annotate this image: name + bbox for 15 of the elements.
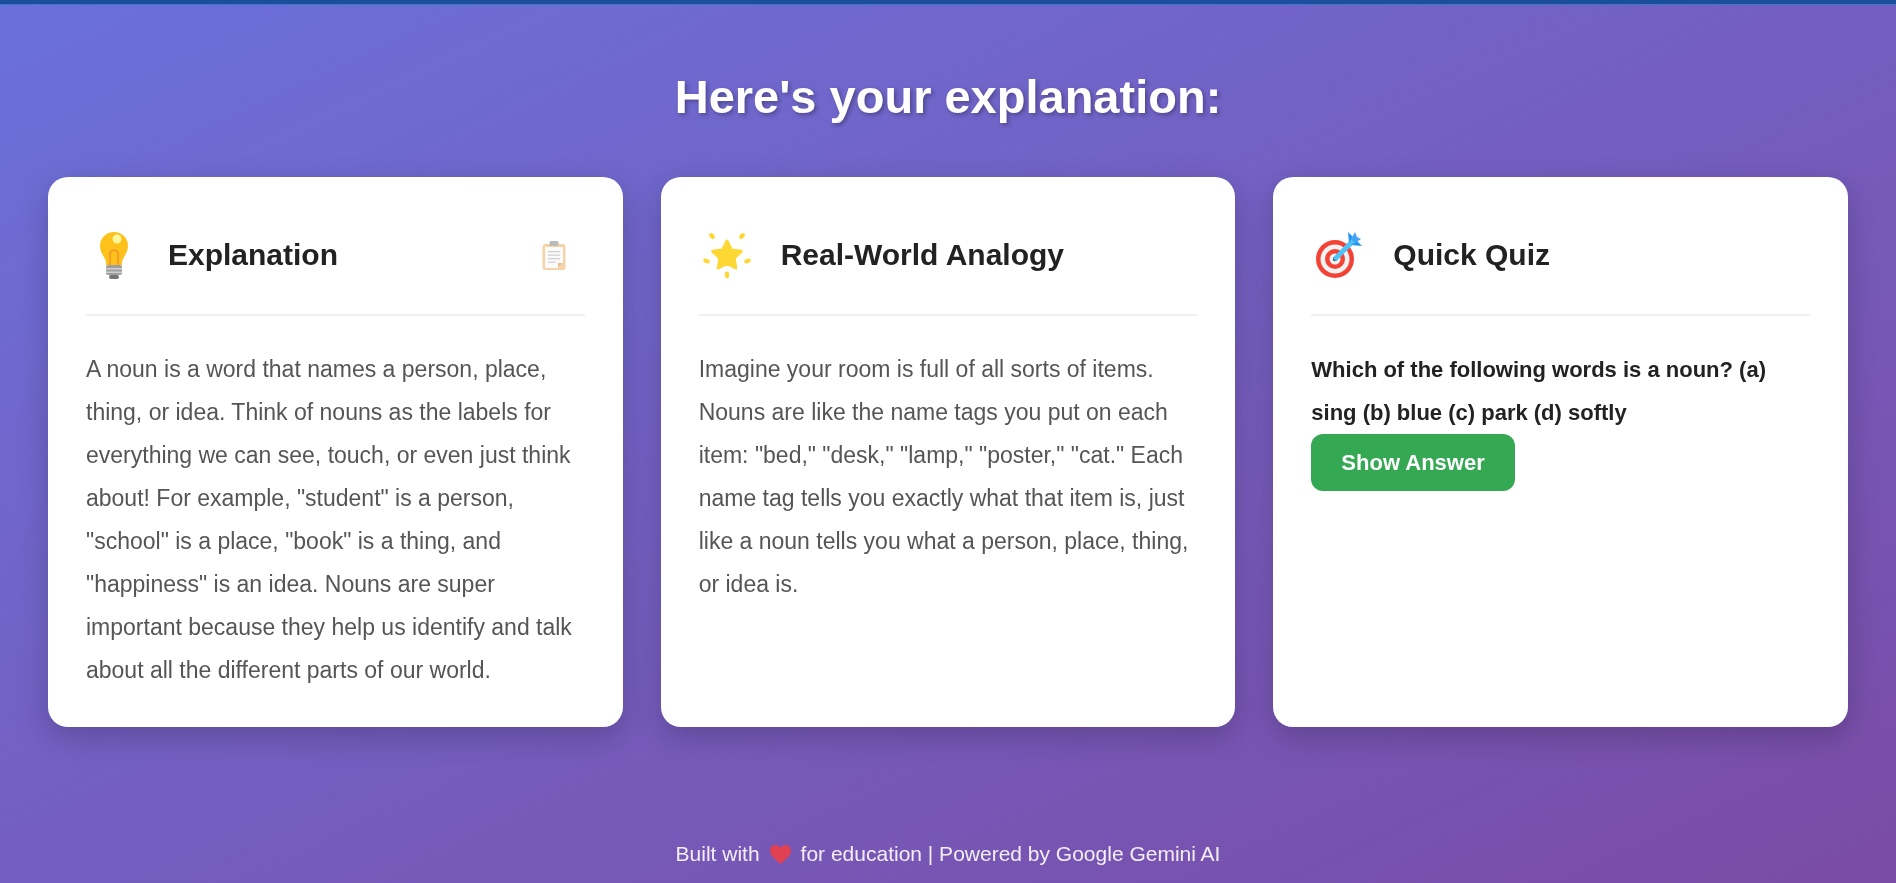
card-title: Real-World Analogy [780,237,1064,273]
card-title: Explanation [168,237,339,273]
target-icon [1315,231,1364,279]
card-text: Imagine your room is full of all sorts of items. Nouns are like the name tags you put on each item: "bed," "desk," "lamp," "poster," "cat." Each name tag tells you exactly what that item is, just like a noun tells you what a person, place, thing, or idea is. [698,355,1190,599]
page-title: Here's your explanation: [674,69,1222,125]
quiz-question: Which of the following words is a noun? (a) sing (b) blue (c) park (d) softly [1311,356,1767,427]
heart-icon [769,844,791,864]
card-title: Quick Quiz [1393,237,1551,273]
footer-text: for education | Powered by Google Gemini AI [800,841,1221,867]
footer-text: Built with [675,841,760,867]
lightbulb-icon [99,231,129,279]
card-text: A noun is a word that names a person, place, thing, or idea. Think of nouns as the labels for everything we can see, touch, or even just think about! For example, "student" is a person, "school" is a place, "book" is a thing, and "happiness" is an idea. Nouns are super important because they help us identify and talk about all the different parts of our world. [86,355,573,685]
clipboard-icon[interactable] [541,240,566,270]
answer-button[interactable]: Show Answer [1311,434,1515,491]
glowing-star-icon [702,231,751,279]
